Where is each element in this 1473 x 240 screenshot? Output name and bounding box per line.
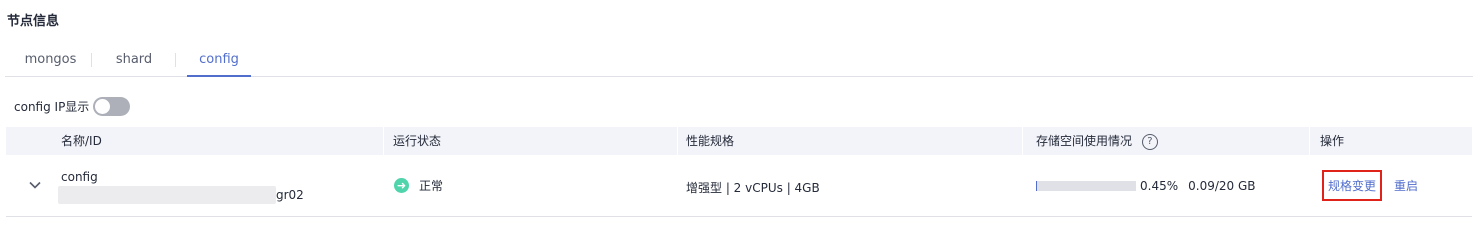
node-id-suffix: gr02 [276, 188, 304, 202]
row-actions: 规格变更 重启 [1322, 170, 1418, 201]
status-text: 正常 [419, 179, 444, 193]
node-spec: 增强型 | 2 vCPUs | 4GB [686, 181, 820, 195]
node-type-tabs: mongos shard config [5, 42, 1473, 77]
tab-divider [175, 53, 176, 67]
help-icon[interactable]: ? [1141, 133, 1158, 150]
node-status: ➜ 正常 [394, 177, 443, 194]
column-header-actions: 操作 [1320, 134, 1345, 148]
arrow-right-circle-icon: ➜ [394, 178, 409, 193]
column-header-status: 运行状态 [393, 134, 442, 148]
restart-link[interactable]: 重启 [1394, 177, 1418, 194]
tab-config[interactable]: config [187, 42, 251, 77]
node-info-panel: 节点信息 mongos shard config config IP显示 名称/… [0, 0, 1473, 229]
storage-usage: 0.45% 0.09/20 GB [1036, 179, 1256, 193]
ip-display-toggle-row: config IP显示 [14, 96, 131, 116]
node-name: config [61, 170, 98, 184]
ip-display-label: config IP显示 [14, 99, 90, 114]
section-title: 节点信息 [7, 14, 60, 29]
node-table: 名称/ID 运行状态 性能规格 存储空间使用情况 ? 操作 config gr0… [6, 127, 1472, 217]
storage-percent: 0.45% [1140, 179, 1179, 193]
storage-header-label: 存储空间使用情况 [1036, 134, 1133, 148]
node-id-redacted [58, 186, 276, 204]
ip-display-switch[interactable] [93, 96, 131, 116]
column-header-spec: 性能规格 [686, 134, 735, 148]
tab-divider [91, 53, 92, 67]
tab-mongos[interactable]: mongos [18, 42, 83, 76]
column-header-storage: 存储空间使用情况 ? [1028, 127, 1158, 155]
switch-knob [95, 98, 111, 114]
change-spec-link[interactable]: 规格变更 [1322, 170, 1383, 201]
table-row: config gr02 ➜ 正常 增强型 | 2 vCPUs | 4GB 0.4… [6, 155, 1472, 217]
column-header-name: 名称/ID [61, 134, 102, 148]
storage-progress-fill [1036, 181, 1037, 191]
table-header: 名称/ID 运行状态 性能规格 存储空间使用情况 ? 操作 [6, 127, 1472, 155]
storage-progress-bar [1036, 181, 1136, 191]
storage-amount: 0.09/20 GB [1188, 179, 1256, 193]
tab-shard[interactable]: shard [109, 42, 159, 76]
chevron-down-icon[interactable] [28, 178, 42, 192]
